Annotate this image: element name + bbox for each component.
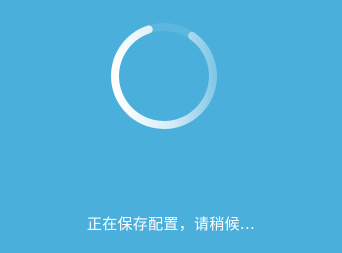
loading-spinner-icon	[98, 10, 230, 142]
saving-status-text: 正在保存配置，请稍候...	[86, 215, 256, 233]
saving-config-screen: 正在保存配置，请稍候...	[0, 0, 342, 253]
